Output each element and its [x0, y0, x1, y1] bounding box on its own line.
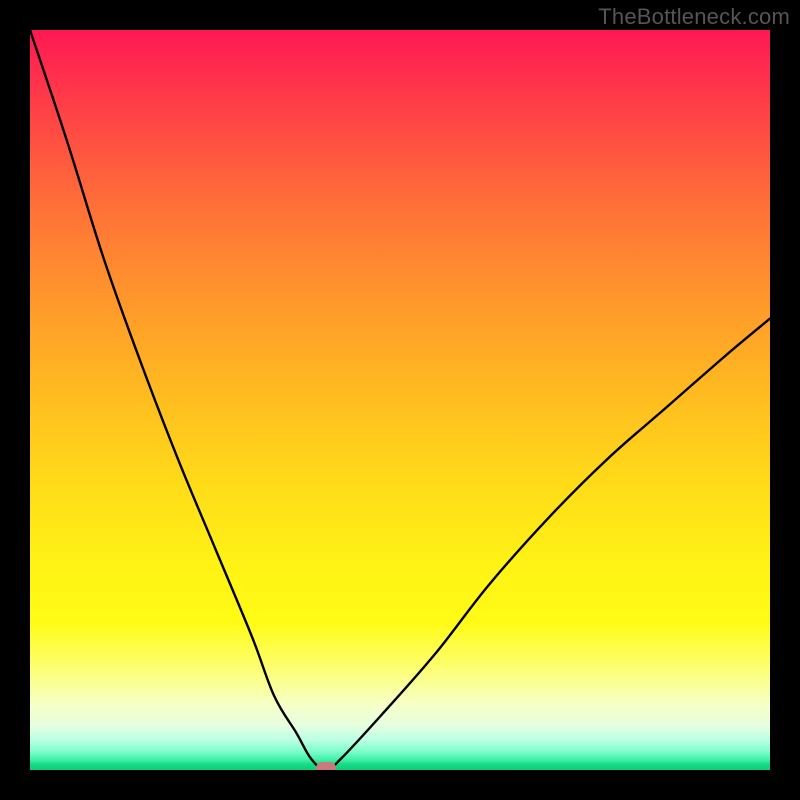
minimum-marker [316, 762, 336, 770]
plot-area [30, 30, 770, 770]
bottleneck-curve [30, 30, 770, 770]
chart-frame: TheBottleneck.com [0, 0, 800, 800]
watermark-text: TheBottleneck.com [598, 4, 790, 30]
